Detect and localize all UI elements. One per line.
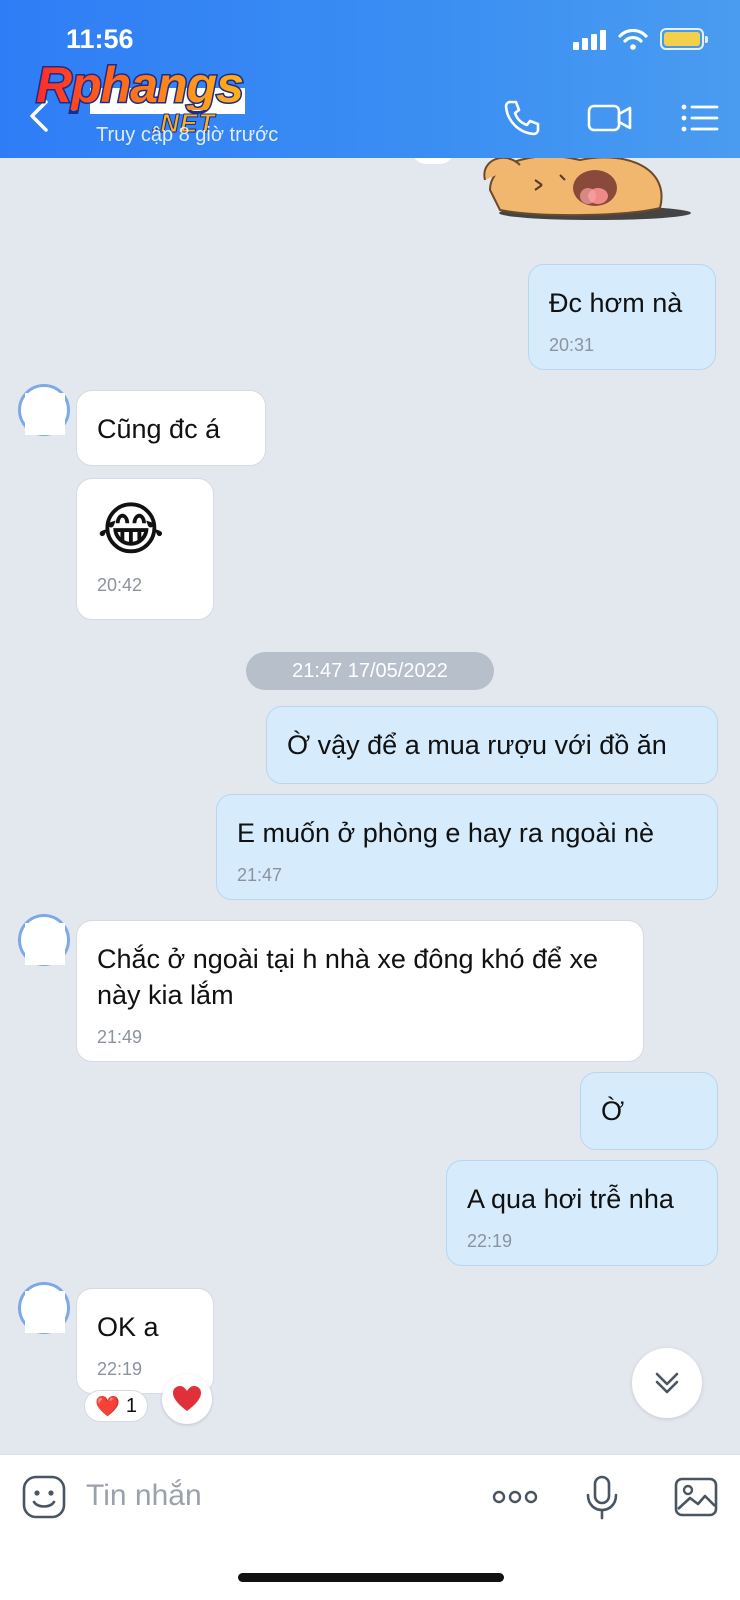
microphone-icon[interactable] (578, 1473, 626, 1521)
wifi-icon (618, 28, 648, 50)
home-indicator (238, 1573, 504, 1582)
battery-icon (660, 28, 708, 50)
laughing-emoji: 😂 (97, 497, 165, 562)
message-text: Ờ (601, 1096, 625, 1126)
message-bubble-outgoing[interactable]: Ờ (580, 1072, 718, 1150)
status-time: 11:56 (66, 24, 134, 54)
date-separator: 21:47 17/05/2022 (246, 652, 494, 690)
message-text: Ờ vậy để a mua rượu với đồ ăn (287, 730, 667, 760)
message-text: A qua hơi trễ nha (467, 1184, 674, 1214)
watermark-logo: Rphangs (36, 57, 244, 113)
message-input[interactable]: Tin nhắn (86, 1479, 202, 1513)
avatar[interactable] (18, 384, 70, 436)
status-icons (573, 26, 708, 52)
message-bubble-incoming[interactable]: 😂 20:42 (76, 478, 214, 620)
message-time: 22:19 (467, 1231, 513, 1251)
message-bubble-incoming[interactable]: Chắc ở ngoài tại h nhà xe đông khó để xe… (76, 920, 644, 1062)
last-seen-status: Truy cập 8 giờ trước (96, 124, 279, 146)
avatar[interactable] (18, 1282, 70, 1334)
chevron-double-down-icon (655, 1372, 679, 1394)
message-text: Chắc ở ngoài tại h nhà xe đông khó để xe… (97, 944, 599, 1010)
avatar[interactable] (18, 914, 70, 966)
heart-icon (173, 1386, 201, 1411)
heart-icon: ❤️ (95, 1395, 120, 1418)
menu-icon[interactable] (680, 96, 720, 140)
video-call-icon[interactable] (586, 96, 634, 140)
message-time: 20:31 (549, 335, 595, 355)
composer-bar: Tin nhắn (0, 1454, 740, 1600)
message-bubble-incoming[interactable]: Cũng đc á (76, 390, 266, 466)
reaction-summary[interactable]: ❤️ 1 (84, 1390, 149, 1422)
message-text: Cũng đc á (97, 414, 221, 444)
cat-sticker[interactable] (480, 158, 700, 230)
sticker-reaction-stub (412, 158, 454, 164)
message-text: E muốn ở phòng e hay ra ngoài nè (237, 818, 654, 848)
message-time: 21:49 (97, 1027, 143, 1047)
message-list[interactable]: Đc hơm nà 20:31 Cũng đc á 😂 20:42 21:47 … (0, 158, 740, 1454)
phone-icon[interactable] (500, 96, 544, 140)
message-text: OK a (97, 1312, 159, 1342)
react-button[interactable] (162, 1374, 212, 1424)
message-bubble-outgoing[interactable]: Ờ vậy để a mua rượu với đồ ăn (266, 706, 718, 784)
message-bubble-outgoing[interactable]: Đc hơm nà 20:31 (528, 264, 716, 370)
signal-icon (573, 28, 606, 50)
message-time: 21:47 (237, 865, 283, 885)
image-icon[interactable] (672, 1473, 720, 1521)
chat-header: 11:56 Rphangs Rphangs .NET Truy cập 8 gi… (0, 0, 740, 158)
message-text: Đc hơm nà (549, 288, 683, 318)
message-bubble-outgoing[interactable]: A qua hơi trễ nha 22:19 (446, 1160, 718, 1266)
more-icon[interactable] (490, 1473, 540, 1521)
message-time: 20:42 (97, 575, 143, 595)
message-bubble-outgoing[interactable]: E muốn ở phòng e hay ra ngoài nè 21:47 (216, 794, 718, 900)
reaction-count: 1 (125, 1394, 138, 1417)
emoji-sticker-icon[interactable] (20, 1473, 68, 1521)
scroll-to-bottom-button[interactable] (632, 1348, 702, 1418)
